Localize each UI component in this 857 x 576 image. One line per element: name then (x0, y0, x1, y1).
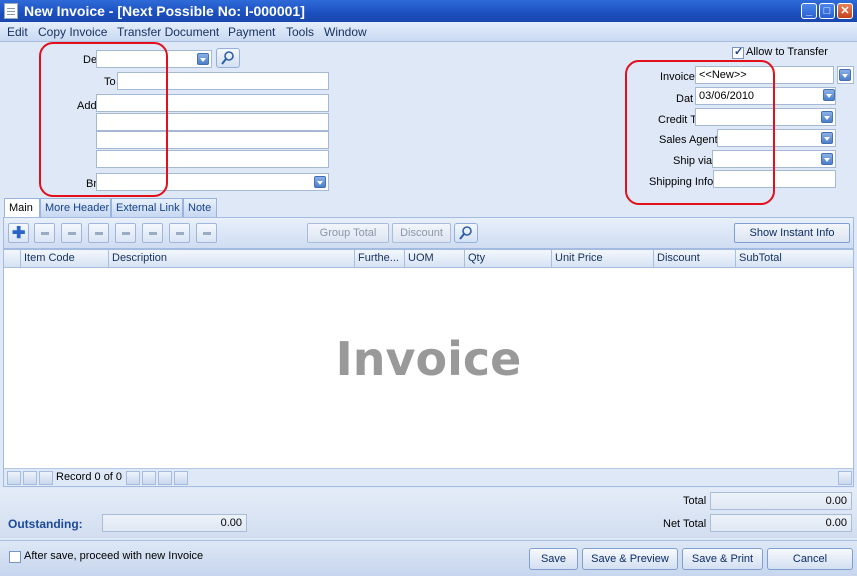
insert-row-button[interactable] (34, 223, 55, 243)
item-toolbar: ✚ Group Total Discount Show Instant Info (3, 217, 854, 249)
tab-more-header[interactable]: More Header (40, 198, 111, 217)
column-discount[interactable]: Discount (657, 252, 700, 264)
window-title: New Invoice - [Next Possible No: I-00000… (24, 3, 305, 19)
menu-edit[interactable]: Edit (7, 25, 28, 39)
column-subtotal[interactable]: SubTotal (739, 252, 782, 264)
after-save-label: After save, proceed with new Invoice (24, 550, 204, 562)
tab-main[interactable]: Main (4, 198, 40, 217)
chevron-down-icon[interactable] (821, 111, 833, 123)
menu-window[interactable]: Window (324, 25, 367, 39)
chevron-down-icon[interactable] (839, 69, 851, 81)
outstanding-value: 0.00 (102, 514, 247, 532)
column-separator (108, 250, 109, 268)
search-icon (221, 51, 234, 65)
menu-copy-invoice[interactable]: Copy Invoice (38, 25, 107, 39)
last-record-button[interactable] (158, 471, 172, 485)
column-uom[interactable]: UOM (408, 252, 434, 264)
record-navigator: Record 0 of 0 (4, 468, 853, 486)
save-preview-button[interactable]: Save & Preview (582, 548, 678, 570)
save-print-button[interactable]: Save & Print (682, 548, 763, 570)
menu-tools[interactable]: Tools (286, 25, 314, 39)
net-total-label: Net Total (663, 518, 707, 530)
save-button[interactable]: Save (529, 548, 578, 570)
tab-external-link[interactable]: External Link (111, 198, 183, 217)
total-value: 0.00 (710, 492, 852, 510)
column-separator (354, 250, 355, 268)
grid-search-button[interactable] (454, 223, 478, 243)
tab-note[interactable]: Note (183, 198, 217, 217)
title-bar: New Invoice - [Next Possible No: I-00000… (0, 0, 857, 22)
total-label: Total (683, 495, 707, 507)
column-description[interactable]: Description (112, 252, 167, 264)
totals-panel: Outstanding: 0.00 Total 0.00 Net Total 0… (0, 488, 857, 538)
move-up-button[interactable] (88, 223, 109, 243)
add-row-button[interactable]: ✚ (8, 223, 29, 243)
after-save-checkbox[interactable] (9, 551, 21, 563)
scroll-right-button[interactable] (838, 471, 852, 485)
column-qty[interactable]: Qty (468, 252, 485, 264)
chevron-down-icon[interactable] (314, 176, 326, 188)
undo-button[interactable] (142, 223, 163, 243)
record-counter: Record 0 of 0 (56, 471, 123, 483)
plus-icon: ✚ (12, 225, 26, 242)
bottom-bar: After save, proceed with new Invoice Sav… (0, 540, 857, 576)
column-separator (735, 250, 736, 268)
prev-page-button[interactable] (23, 471, 37, 485)
grid-header: Item Code Description Furthe... UOM Qty … (4, 250, 853, 268)
delete-row-button[interactable] (61, 223, 82, 243)
next-page-button[interactable] (142, 471, 156, 485)
show-instant-info-button[interactable]: Show Instant Info (734, 223, 850, 243)
allow-transfer-checkbox[interactable] (732, 45, 744, 59)
chevron-down-icon[interactable] (197, 53, 209, 65)
first-record-button[interactable] (7, 471, 21, 485)
move-down-button[interactable] (115, 223, 136, 243)
group-button[interactable] (196, 223, 217, 243)
outstanding-label: Outstanding: (8, 517, 83, 531)
item-grid[interactable]: Item Code Description Furthe... UOM Qty … (3, 249, 854, 487)
group-total-button[interactable]: Group Total (307, 223, 389, 243)
calendar-dropdown-icon[interactable] (823, 89, 835, 101)
debtor-search-button[interactable] (216, 48, 240, 68)
menu-payment[interactable]: Payment (228, 25, 275, 39)
document-icon (4, 3, 18, 19)
cancel-button[interactable]: Cancel (767, 548, 853, 570)
chevron-down-icon[interactable] (821, 132, 833, 144)
column-item-code[interactable]: Item Code (24, 252, 75, 264)
search-icon (459, 226, 472, 240)
column-separator (20, 250, 21, 268)
invoice-watermark: Invoice (335, 332, 522, 386)
column-unit-price[interactable]: Unit Price (555, 252, 603, 264)
minimize-button[interactable]: _ (801, 3, 817, 19)
prev-record-button[interactable] (39, 471, 53, 485)
net-total-value: 0.00 (710, 514, 852, 532)
column-separator (464, 250, 465, 268)
highlight-box-left (39, 42, 168, 197)
highlight-box-right (625, 60, 775, 205)
subtotal-button[interactable] (169, 223, 190, 243)
column-separator (551, 250, 552, 268)
menu-bar: Edit Copy Invoice Transfer Document Paym… (0, 22, 857, 42)
column-separator (653, 250, 654, 268)
invoice-no-dropdown[interactable] (837, 66, 854, 84)
close-button[interactable]: ✕ (837, 3, 853, 19)
column-further-description[interactable]: Furthe... (358, 252, 399, 264)
column-separator (404, 250, 405, 268)
chevron-down-icon[interactable] (821, 153, 833, 165)
discount-button[interactable]: Discount (392, 223, 451, 243)
scroll-left-button[interactable] (174, 471, 188, 485)
maximize-button[interactable]: □ (819, 3, 835, 19)
allow-transfer-label: Allow to Transfer (746, 46, 828, 58)
next-record-button[interactable] (126, 471, 140, 485)
menu-transfer-document[interactable]: Transfer Document (117, 25, 219, 39)
